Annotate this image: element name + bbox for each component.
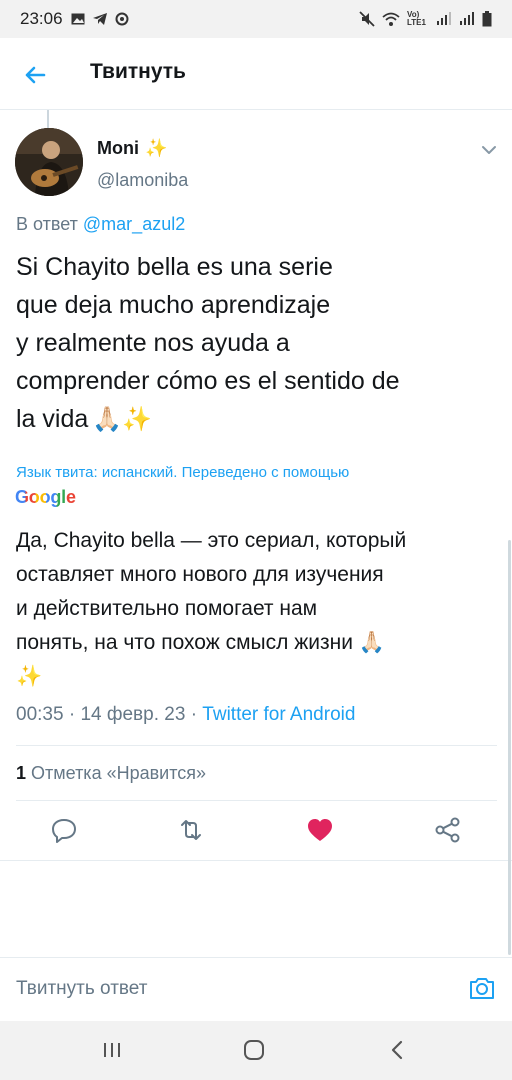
meta-separator: · <box>68 704 76 725</box>
author-handle[interactable]: @lamoniba <box>97 170 188 191</box>
google-logo-text: Google <box>15 487 76 507</box>
sparkles-emoji: ✨ <box>145 138 168 158</box>
likes-count: 1 <box>16 763 27 783</box>
avatar-photo <box>15 128 83 196</box>
page-title: Твитнуть <box>90 60 186 83</box>
thread-connector <box>47 110 49 128</box>
divider <box>16 745 497 746</box>
signal-icon <box>437 12 451 25</box>
signal-icon-2 <box>460 12 474 25</box>
status-time: 23:06 <box>20 9 63 28</box>
tweet-text-line-last: la vida 🙏🏻✨ <box>16 400 496 439</box>
tweet-text-line: Si Chayito bella es una serie <box>16 253 333 281</box>
home-icon[interactable] <box>241 1037 267 1063</box>
meta-separator: · <box>190 704 198 725</box>
translated-line: Да, Chayito bella — это сериал, который <box>16 529 407 552</box>
camera-icon[interactable] <box>468 974 496 1002</box>
tweet-meta: 00:35 · 14 февр. 23 · Twitter for Androi… <box>16 704 355 726</box>
likes-summary[interactable]: 1 Отметка «Нравится» <box>16 763 206 784</box>
author-name[interactable]: Moni ✨ <box>97 138 167 159</box>
tweet-text-line: comprender cómo es el sentido de <box>16 367 400 395</box>
nav-back-icon[interactable] <box>385 1037 411 1063</box>
translation-note: Язык твита: испанский. Переведено с помо… <box>16 464 350 481</box>
mute-icon <box>359 11 375 27</box>
praying-hands-sparkles-emoji: 🙏🏻✨ <box>92 406 153 434</box>
network-label: Vo) LTE1 <box>407 10 426 27</box>
sparkles-emoji-line: ✨ <box>16 665 43 688</box>
translated-line: понять, на что похож смысл жизни <box>16 631 353 654</box>
retweet-icon[interactable] <box>177 816 205 844</box>
share-icon[interactable] <box>434 816 462 844</box>
reply-to-line: В ответ @mar_azul2 <box>16 214 185 235</box>
tweet-text-line: la vida <box>16 405 89 433</box>
likes-label: Отметка «Нравится» <box>31 763 207 783</box>
translated-line-last: понять, на что похож смысл жизни 🙏🏻 <box>16 626 504 660</box>
author-name-text: Moni <box>97 138 139 158</box>
telegram-icon <box>92 13 107 25</box>
tweet-time: 00:35 <box>16 704 64 725</box>
top-app-bar: Твитнуть <box>0 38 512 110</box>
divider <box>0 860 512 861</box>
compose-bar: Твитнуть ответ <box>0 957 512 1021</box>
heart-icon[interactable] <box>306 816 334 844</box>
battery-icon <box>482 11 492 27</box>
tweet-text-line: y realmente nos ayuda a <box>16 329 290 357</box>
status-right: Vo) LTE1 <box>359 11 492 27</box>
praying-hands-emoji: 🙏🏻 <box>358 631 385 654</box>
scrollbar[interactable] <box>508 540 511 955</box>
avatar[interactable] <box>15 128 83 196</box>
google-logo: Google <box>15 487 76 508</box>
arrow-left-icon[interactable] <box>20 60 50 90</box>
tweet-text-line: que deja mucho aprendizaje <box>16 291 331 319</box>
tweet-date: 14 февр. 23 <box>80 704 186 725</box>
tweet-actions <box>0 810 512 850</box>
recents-icon[interactable] <box>99 1037 125 1063</box>
translated-line: и действительно помогает нам <box>16 597 318 620</box>
status-left: 23:06 <box>20 9 129 29</box>
reply-prefix: В ответ <box>16 214 78 234</box>
wifi-icon <box>382 12 400 26</box>
gallery-icon <box>71 13 85 25</box>
divider <box>16 800 497 801</box>
notification-icon <box>115 12 129 26</box>
reply-input[interactable]: Твитнуть ответ <box>16 978 147 1000</box>
translated-text: Да, Chayito bella — это сериал, который … <box>16 524 504 694</box>
chevron-down-icon[interactable] <box>478 139 500 161</box>
reply-mention-link[interactable]: @mar_azul2 <box>83 214 185 234</box>
reply-icon[interactable] <box>50 816 78 844</box>
translated-line: оставляет много нового для изучения <box>16 563 384 586</box>
system-nav-bar <box>0 1021 512 1080</box>
tweet-text: Si Chayito bella es una serie que deja m… <box>16 248 496 439</box>
status-bar: 23:06 Vo) LTE1 <box>0 0 512 38</box>
tweet-source-link[interactable]: Twitter for Android <box>202 704 355 725</box>
